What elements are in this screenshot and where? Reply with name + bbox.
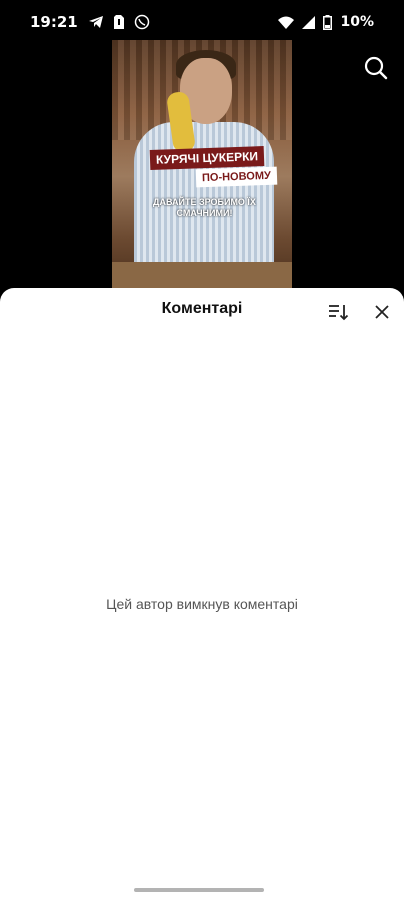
battery-icon [323, 14, 333, 30]
battery-percent: 10% [340, 14, 374, 30]
home-indicator[interactable] [134, 888, 264, 892]
close-icon [370, 300, 394, 324]
viber-icon [134, 14, 150, 30]
search-button[interactable] [362, 54, 390, 82]
video-overlay-caption: ДАВАЙТЕ ЗРОБИМО ЇХ СМАЧНИМИ! [153, 197, 256, 218]
comments-disabled-message: Цей автор вимкнув коментарі [106, 596, 298, 612]
status-right: 10% [278, 14, 374, 30]
sim-icon [113, 15, 124, 29]
status-bar: 19:21 10% [0, 0, 404, 44]
video-counter [112, 262, 292, 288]
video-overlay-title: КУРЯЧІ ЦУКЕРКИ [149, 146, 265, 170]
search-icon [362, 54, 390, 82]
telegram-icon [88, 15, 104, 29]
sort-button[interactable] [326, 300, 350, 324]
comments-sheet: Коментарі Цей автор вимкнув коментарі [0, 288, 404, 900]
signal-icon [302, 15, 316, 29]
video-player[interactable]: КУРЯЧІ ЦУКЕРКИ ПО-НОВОМУ ДАВАЙТЕ ЗРОБИМО… [112, 40, 292, 288]
close-button[interactable] [370, 300, 394, 324]
sort-icon [326, 300, 350, 324]
wifi-icon [278, 16, 295, 29]
status-time: 19:21 [30, 13, 78, 31]
status-left: 19:21 [30, 13, 150, 31]
video-overlay-subtitle: ПО-НОВОМУ [195, 166, 278, 188]
